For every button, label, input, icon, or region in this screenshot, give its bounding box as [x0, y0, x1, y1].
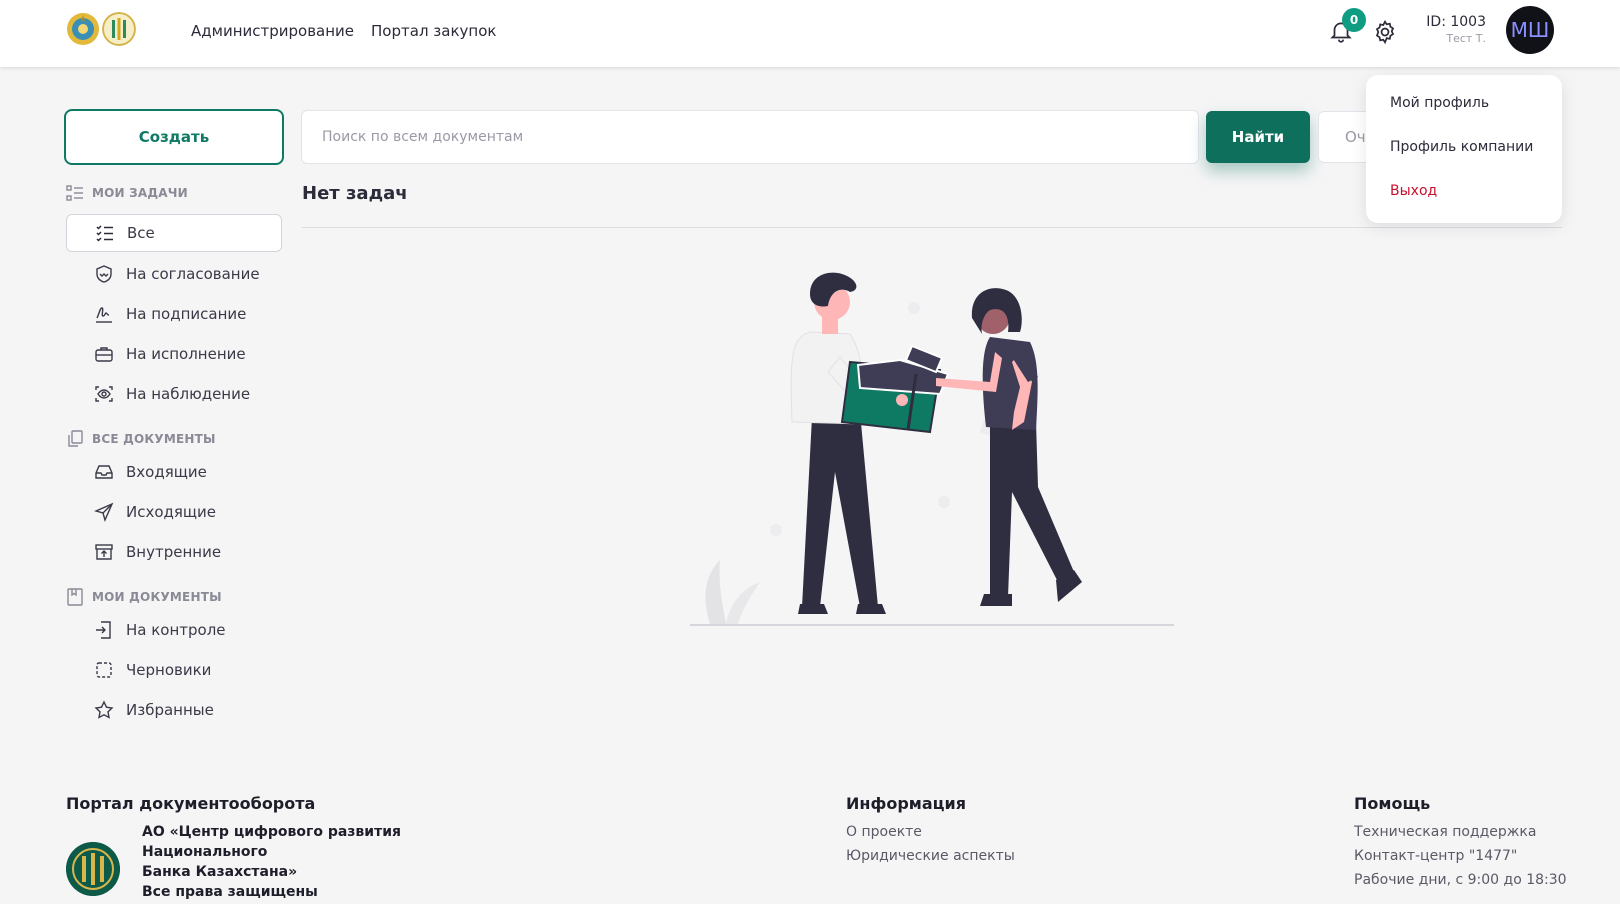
gear-icon[interactable] — [1372, 19, 1398, 45]
send-icon — [94, 502, 114, 522]
create-button[interactable]: Создать — [64, 109, 284, 165]
notification-badge: 0 — [1342, 8, 1366, 32]
section-my-tasks: МОИ ЗАДАЧИ — [66, 180, 284, 206]
sidebar-item-label: На подписание — [126, 305, 247, 323]
sidebar-item-label: Все — [127, 224, 155, 242]
footer-link-support[interactable]: Техническая поддержка — [1354, 824, 1536, 840]
footer-help-title: Помощь — [1354, 794, 1431, 813]
sidebar-item-all[interactable]: Все — [66, 214, 282, 252]
documents-copy-icon — [68, 430, 83, 447]
avatar[interactable]: МШ — [1506, 6, 1554, 54]
sidebar-item-label: На наблюдение — [126, 385, 251, 403]
national-bank-logo[interactable] — [102, 12, 136, 46]
user-id: ID: 1003 — [1426, 14, 1486, 30]
eye-scan-icon — [95, 386, 113, 402]
search-input[interactable] — [301, 110, 1199, 164]
sidebar-item-label: Входящие — [126, 463, 207, 481]
logos — [66, 12, 136, 46]
org-line: Банка Казахстана» — [142, 864, 298, 880]
task-list-icon — [66, 185, 83, 201]
sidebar-item-internal[interactable]: Внутренние — [64, 532, 284, 572]
sidebar-item-favorites[interactable]: Избранные — [64, 690, 284, 730]
top-nav: Администрирование Портал закупок — [191, 22, 496, 40]
dashed-square-icon — [96, 662, 112, 678]
footer-link-contact-center[interactable]: Контакт-центр "1477" — [1354, 848, 1517, 864]
find-button[interactable]: Найти — [1206, 111, 1310, 163]
sidebar-item-execution[interactable]: На исполнение — [64, 334, 284, 374]
man-figure — [790, 272, 922, 614]
sidebar-item-label: На исполнение — [126, 345, 246, 363]
sidebar-item-label: На контроле — [126, 621, 226, 639]
sidebar-item-label: Черновики — [126, 661, 212, 679]
sidebar-item-outgoing[interactable]: Исходящие — [64, 492, 284, 532]
user-name: Тест Т. — [1446, 32, 1486, 45]
menu-company-profile[interactable]: Профиль компании — [1390, 139, 1538, 183]
section-title: ВСЕ ДОКУМЕНТЫ — [92, 432, 216, 446]
signature-icon — [96, 307, 112, 323]
login-doc-icon — [96, 621, 111, 639]
org-line: АО «Центр цифрового развития Национально… — [142, 824, 402, 860]
page-title: Нет задач — [302, 183, 408, 204]
kazakhstan-emblem-logo[interactable] — [66, 12, 100, 46]
section-title: МОИ ЗАДАЧИ — [92, 186, 188, 200]
nav-procurement-portal[interactable]: Портал закупок — [371, 22, 496, 40]
menu-logout[interactable]: Выход — [1390, 183, 1538, 227]
briefcase-icon — [95, 347, 113, 362]
sidebar-item-label: Внутренние — [126, 543, 222, 561]
inbox-icon — [95, 465, 113, 479]
bookmark-doc-icon — [67, 588, 83, 606]
profile-dropdown: Мой профиль Профиль компании Выход — [1366, 75, 1562, 223]
handshake-shield-icon — [96, 265, 112, 283]
sidebar-item-label: Исходящие — [126, 503, 217, 521]
menu-my-profile[interactable]: Мой профиль — [1390, 95, 1538, 139]
archive-upload-icon — [95, 544, 113, 560]
footer-working-hours: Рабочие дни, с 9:00 до 18:30 — [1354, 872, 1567, 888]
footer-link-about[interactable]: О проекте — [846, 824, 922, 840]
sidebar-item-on-control[interactable]: На контроле — [64, 610, 284, 650]
section-all-documents: ВСЕ ДОКУМЕНТЫ — [66, 426, 284, 452]
sidebar-item-incoming[interactable]: Входящие — [64, 452, 284, 492]
divider — [302, 227, 1562, 228]
sidebar-item-signing[interactable]: На подписание — [64, 294, 284, 334]
sidebar-item-drafts[interactable]: Черновики — [64, 650, 284, 690]
section-title: МОИ ДОКУМЕНТЫ — [92, 590, 222, 604]
empty-state-illustration — [690, 272, 1174, 626]
footer-info-title: Информация — [846, 794, 966, 813]
top-header: Администрирование Портал закупок 0 ID: 1… — [0, 0, 1620, 67]
sidebar: МОИ ЗАДАЧИ Все На согласование На подпис… — [64, 180, 284, 730]
nav-administration[interactable]: Администрирование — [191, 22, 354, 40]
woman-figure — [936, 288, 1082, 606]
section-my-documents: МОИ ДОКУМЕНТЫ — [66, 584, 284, 610]
list-icon — [96, 225, 113, 242]
org-line: Все права защищены — [142, 884, 318, 900]
star-icon — [94, 700, 114, 719]
sidebar-item-approval[interactable]: На согласование — [64, 254, 284, 294]
footer-link-legal[interactable]: Юридические аспекты — [846, 848, 1015, 864]
footer-portal-title: Портал документооборота — [66, 794, 316, 813]
national-bank-footer-logo — [66, 842, 120, 896]
sidebar-item-observation[interactable]: На наблюдение — [64, 374, 284, 414]
user-id-block[interactable]: ID: 1003 Тест Т. — [1410, 14, 1486, 45]
sidebar-item-label: На согласование — [126, 265, 260, 283]
sidebar-item-label: Избранные — [126, 701, 214, 719]
footer-organization: АО «Центр цифрового развития Национально… — [142, 822, 522, 902]
